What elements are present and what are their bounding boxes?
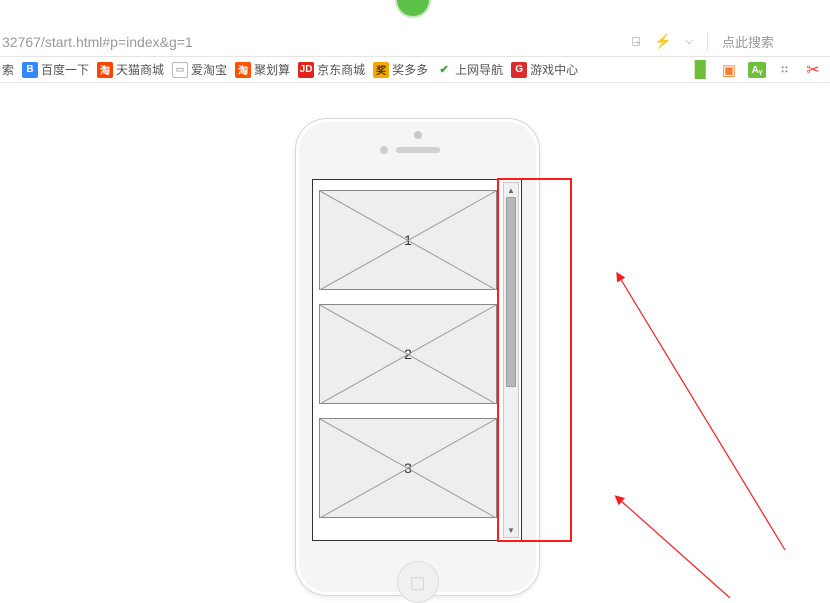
bookmark-game[interactable]: G 游戏中心 bbox=[511, 61, 578, 78]
reader-ext-icon[interactable]: ▉ bbox=[692, 61, 710, 79]
search-placeholder[interactable]: 点此搜索 bbox=[722, 32, 812, 51]
bookmark-label: 天猫商城 bbox=[116, 61, 164, 78]
phone-camera bbox=[414, 131, 422, 139]
scroll-thumb[interactable] bbox=[506, 197, 516, 387]
placeholder-x-icon bbox=[320, 419, 496, 518]
bookmark-aitaobao[interactable]: ▭ 爱淘宝 bbox=[172, 61, 227, 78]
list-item[interactable]: 1 bbox=[319, 190, 497, 290]
tmall-icon: 淘 bbox=[97, 62, 113, 78]
scrollbar[interactable]: ▲ ▼ bbox=[503, 182, 519, 538]
bookmark-label: 京东商城 bbox=[317, 61, 365, 78]
snip-ext-icon[interactable]: ✂ bbox=[804, 61, 822, 79]
scroll-up-arrow-icon[interactable]: ▲ bbox=[504, 183, 518, 197]
placeholder-x-icon bbox=[320, 191, 496, 290]
bolt-icon[interactable]: ⚡ bbox=[654, 33, 671, 50]
placeholder-x-icon bbox=[320, 305, 496, 404]
tv-ext-icon[interactable]: ▣ bbox=[720, 61, 738, 79]
bookmark-hao[interactable]: ✔ 上网导航 bbox=[436, 61, 503, 78]
chevron-down-icon[interactable]: ⌵ bbox=[685, 36, 693, 47]
screen-content: 1 2 3 bbox=[317, 184, 501, 536]
address-bar: ⍈ ⚡ ⌵ 点此搜索 bbox=[0, 27, 830, 57]
bookmark-juhuasuan[interactable]: 淘 聚划算 bbox=[235, 61, 290, 78]
browser-logo-badge bbox=[395, 0, 431, 18]
bookmark-label: 游戏中心 bbox=[530, 61, 578, 78]
phone-home-button[interactable]: ◻ bbox=[397, 561, 439, 603]
share-icon[interactable]: ⍈ bbox=[632, 34, 640, 50]
bookmark-label: 索 bbox=[2, 61, 14, 78]
hao-icon: ✔ bbox=[436, 62, 452, 78]
more-ext-icon[interactable]: •••• bbox=[776, 61, 794, 79]
bookmark-baidu[interactable]: B 百度一下 bbox=[22, 61, 89, 78]
jd-icon: JD bbox=[298, 62, 314, 78]
doc-icon: ▭ bbox=[172, 62, 188, 78]
divider bbox=[707, 33, 708, 51]
phone-mockup: 1 2 3 ▲ ▼ bbox=[295, 118, 540, 596]
game-icon: G bbox=[511, 62, 527, 78]
address-bar-actions: ⍈ ⚡ ⌵ 点此搜索 bbox=[632, 32, 830, 51]
phone-speaker bbox=[396, 147, 440, 153]
bookmark-label: 聚划算 bbox=[254, 61, 290, 78]
url-input[interactable] bbox=[0, 34, 632, 50]
scroll-down-arrow-icon[interactable]: ▼ bbox=[504, 523, 518, 537]
bookmark-label: 上网导航 bbox=[455, 61, 503, 78]
phone-sensor bbox=[380, 146, 388, 154]
extensions-area: ▉ ▣ Aᵧ •••• ✂ bbox=[692, 61, 822, 79]
bookmarks-left: 索 B 百度一下 淘 天猫商城 ▭ 爱淘宝 淘 聚划算 JD 京东商城 奖 奖多… bbox=[0, 61, 578, 78]
bookmark-tmall[interactable]: 淘 天猫商城 bbox=[97, 61, 164, 78]
baidu-icon: B bbox=[22, 62, 38, 78]
scroll-track[interactable] bbox=[504, 197, 518, 523]
bookmark-jd[interactable]: JD 京东商城 bbox=[298, 61, 365, 78]
bookmark-label: 爱淘宝 bbox=[191, 61, 227, 78]
list-item[interactable]: 2 bbox=[319, 304, 497, 404]
bookmark-label: 百度一下 bbox=[41, 61, 89, 78]
translate-ext-icon[interactable]: Aᵧ bbox=[748, 62, 766, 78]
bookmarks-bar: 索 B 百度一下 淘 天猫商城 ▭ 爱淘宝 淘 聚划算 JD 京东商城 奖 奖多… bbox=[0, 57, 830, 83]
bookmark-jiangduoduo[interactable]: 奖 奖多多 bbox=[373, 61, 428, 78]
list-item[interactable]: 3 bbox=[319, 418, 497, 518]
ju-icon: 淘 bbox=[235, 62, 251, 78]
bookmark-label: 奖多多 bbox=[392, 61, 428, 78]
jiang-icon: 奖 bbox=[373, 62, 389, 78]
phone-screen: 1 2 3 ▲ ▼ bbox=[312, 179, 522, 541]
bookmark-item[interactable]: 索 bbox=[2, 61, 14, 78]
